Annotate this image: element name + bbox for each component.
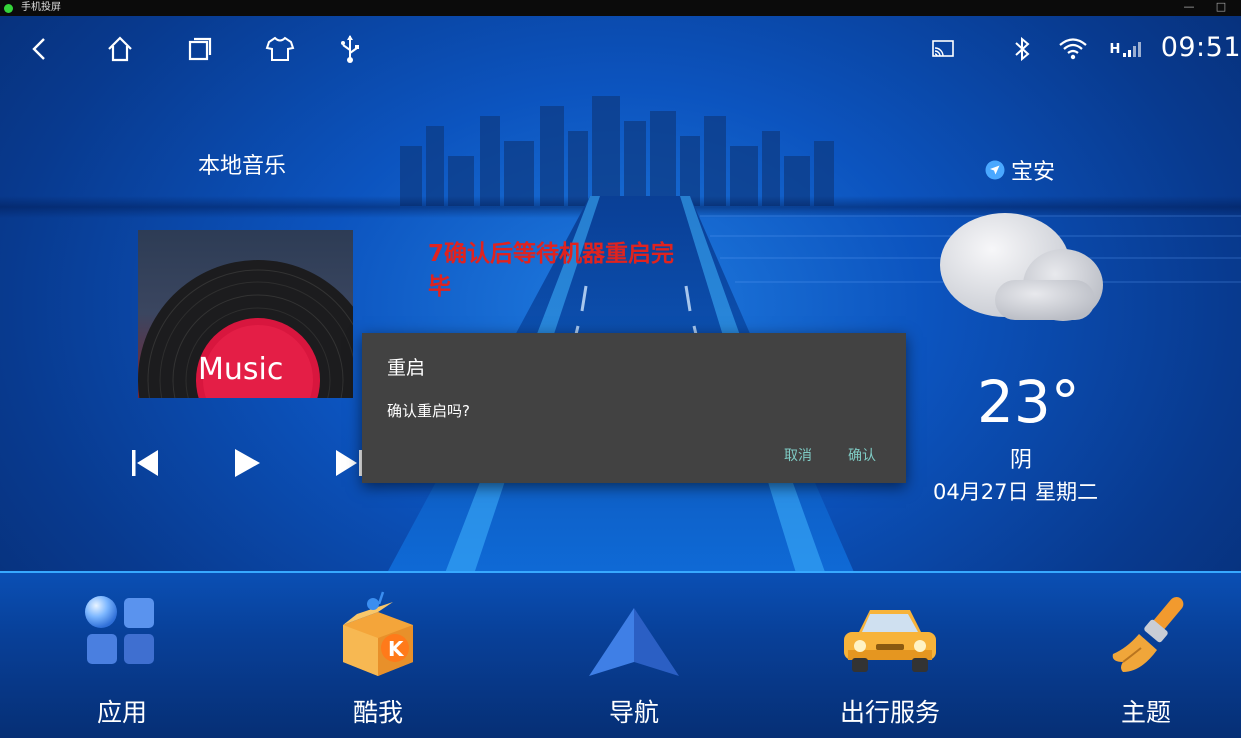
svg-text:K: K <box>388 637 405 661</box>
cloudy-weather-icon <box>940 213 1103 321</box>
dock-item-kuwo[interactable]: K 酷我 <box>313 590 443 730</box>
dialog-title: 重启 <box>387 357 426 379</box>
clock-time: 09:51 <box>1160 32 1241 63</box>
window-titlebar: 手机投屏 — □ <box>0 0 1241 16</box>
back-icon[interactable] <box>23 32 57 66</box>
kuwo-icon: K <box>343 591 413 676</box>
date-display: 04月27日 星期二 <box>933 480 1099 504</box>
previous-track-icon[interactable] <box>128 445 164 481</box>
play-icon[interactable] <box>228 445 264 481</box>
location-indicator[interactable]: 宝安 <box>985 154 1055 186</box>
dock-label-kuwo: 酷我 <box>352 698 403 727</box>
minimize-icon[interactable]: — <box>1179 0 1199 16</box>
recents-icon[interactable] <box>183 32 217 66</box>
signal-icon: H <box>1108 32 1146 66</box>
wifi-icon <box>1056 32 1090 66</box>
shirt-icon[interactable] <box>263 32 297 66</box>
brush-icon <box>1112 597 1184 672</box>
status-bar: H 09:51 <box>0 16 1241 80</box>
app-status-icon <box>4 3 13 13</box>
album-art[interactable]: Music <box>138 230 353 398</box>
car-icon <box>844 610 936 672</box>
local-music-title[interactable]: 本地音乐 <box>198 148 286 180</box>
location-name: 宝安 <box>1011 160 1056 185</box>
dock-label-theme: 主题 <box>1120 698 1171 727</box>
signal-type-label: H <box>1109 41 1121 57</box>
maximize-icon[interactable]: □ <box>1211 0 1231 16</box>
window-title: 手机投屏 <box>21 2 61 13</box>
dock-item-apps[interactable]: 应用 <box>57 590 187 730</box>
dock-item-navigation[interactable]: 导航 <box>569 590 699 730</box>
temperature: 23° <box>977 368 1080 436</box>
apps-icon <box>85 596 154 664</box>
location-arrow-icon <box>985 160 1005 180</box>
confirm-button[interactable]: 确认 <box>848 445 876 465</box>
dock-label-apps: 应用 <box>96 698 147 727</box>
dock-label-navigation: 导航 <box>608 698 659 727</box>
instruction-annotation: 7确认后等待机器重启完毕 <box>428 241 675 300</box>
bluetooth-icon <box>1005 32 1039 66</box>
weather-condition: 阴 <box>1010 448 1033 473</box>
restart-dialog: 重启 确认重启吗? 取消 确认 <box>362 333 906 483</box>
dock-item-mobility[interactable]: 出行服务 <box>825 590 955 730</box>
next-track-icon[interactable] <box>332 445 362 481</box>
navigation-icon <box>589 608 679 676</box>
album-label: Music <box>198 352 284 387</box>
dock-item-theme[interactable]: 主题 <box>1081 590 1211 730</box>
cast-icon <box>926 32 960 66</box>
usb-icon[interactable] <box>333 32 367 66</box>
dialog-message: 确认重启吗? <box>387 402 470 420</box>
dock-label-mobility: 出行服务 <box>839 698 940 727</box>
cancel-button[interactable]: 取消 <box>784 445 812 465</box>
home-icon[interactable] <box>103 32 137 66</box>
